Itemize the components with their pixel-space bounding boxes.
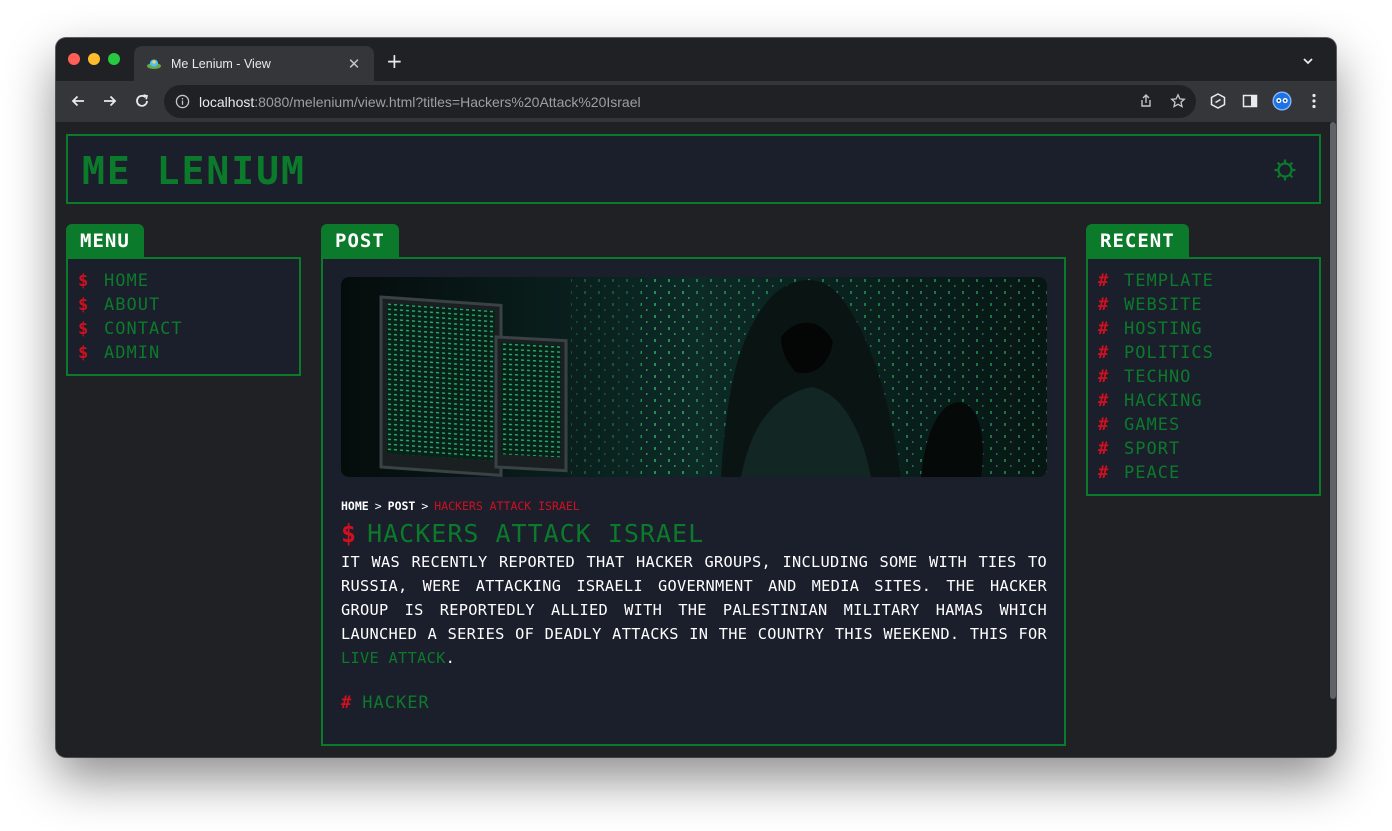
url-text: localhost:8080/melenium/view.html?titles…: [199, 94, 641, 110]
hash-icon: #: [1098, 343, 1110, 363]
site-logo[interactable]: Me Lenium: [82, 149, 306, 193]
hash-icon: #: [1098, 271, 1110, 291]
new-tab-icon[interactable]: +: [386, 50, 403, 72]
post-title-text: Hackers Attack Israel: [367, 519, 705, 548]
recent-item-label[interactable]: Sport: [1124, 439, 1180, 459]
site-header: Me Lenium: [66, 134, 1321, 204]
recent-item-website[interactable]: # Website: [1098, 293, 1214, 317]
dollar-icon: $: [78, 319, 90, 339]
hash-icon: #: [1098, 319, 1110, 339]
close-tab-icon[interactable]: ✕: [346, 55, 362, 73]
menu-panel: $ Home $ About $ Contact $ Admin: [66, 257, 301, 376]
hash-icon: #: [341, 693, 353, 713]
hash-icon: #: [1098, 463, 1110, 483]
tab-strip: Me Lenium - View ✕ +: [56, 38, 1336, 81]
recent-item-label[interactable]: Hosting: [1124, 319, 1203, 339]
side-panel-icon[interactable]: [1240, 91, 1260, 111]
hash-icon: #: [1098, 391, 1110, 411]
live-attack-link[interactable]: live attack: [341, 649, 446, 667]
post-panel: Home > Post > Hackers Attack Israel $ Hackers…: [321, 257, 1066, 746]
recent-item-template[interactable]: # Template: [1098, 269, 1214, 293]
browser-tab[interactable]: Me Lenium - View ✕: [134, 46, 374, 81]
site-info-icon[interactable]: [174, 94, 190, 110]
dollar-icon: $: [78, 271, 90, 291]
breadcrumb: Home > Post > Hackers Attack Israel: [341, 499, 580, 513]
recent-item-label[interactable]: Template: [1124, 271, 1214, 291]
browser-window: Me Lenium - View ✕ + localhost:8080/mele…: [56, 38, 1336, 757]
dollar-icon: $: [341, 519, 358, 548]
menu-item-label[interactable]: Home: [104, 271, 149, 291]
extension-icon[interactable]: [1208, 91, 1228, 111]
post-body-text: It was recently reported that hacker gro…: [341, 553, 1047, 643]
hash-icon: #: [1098, 439, 1110, 459]
recent-item-techno[interactable]: # Techno: [1098, 365, 1214, 389]
breadcrumb-home[interactable]: Home: [341, 499, 369, 513]
recent-item-hacking[interactable]: # Hacking: [1098, 389, 1214, 413]
hash-icon: #: [1098, 415, 1110, 435]
breadcrumb-separator: >: [374, 499, 382, 513]
recent-heading: Recent: [1086, 224, 1189, 258]
post-body-end: .: [445, 649, 456, 667]
address-bar[interactable]: localhost:8080/melenium/view.html?titles…: [164, 85, 1196, 118]
reload-icon[interactable]: [132, 91, 152, 111]
dollar-icon: $: [78, 295, 90, 315]
post-title: $ Hackers Attack Israel: [341, 519, 704, 548]
recent-item-label[interactable]: Website: [1124, 295, 1203, 315]
close-window-button[interactable]: [68, 53, 80, 65]
page-viewport: Me Lenium Menu $ Home $ About $ Contact $ Ad…: [56, 122, 1336, 757]
window-controls: [68, 53, 120, 65]
breadcrumb-current: Hackers Attack Israel: [434, 499, 580, 513]
browser-menu-icon[interactable]: [1304, 91, 1324, 111]
menu-item-admin[interactable]: $ Admin: [78, 341, 183, 365]
browser-toolbar: localhost:8080/melenium/view.html?titles…: [56, 81, 1336, 122]
post-body: It was recently reported that hacker gro…: [341, 550, 1047, 670]
tab-title: Me Lenium - View: [171, 56, 271, 71]
menu-heading: Menu: [66, 224, 144, 258]
profile-avatar-icon[interactable]: [1272, 91, 1292, 111]
hash-icon: #: [1098, 295, 1110, 315]
recent-item-label[interactable]: Politics: [1124, 343, 1214, 363]
breadcrumb-separator: >: [421, 499, 429, 513]
bookmark-star-icon[interactable]: [1170, 93, 1186, 113]
post-tags: # hacker: [341, 693, 430, 713]
dollar-icon: $: [78, 343, 90, 363]
menu-item-home[interactable]: $ Home: [78, 269, 183, 293]
forward-arrow-icon[interactable]: [100, 91, 120, 111]
menu-item-label[interactable]: Contact: [104, 319, 183, 339]
menu-list: $ Home $ About $ Contact $ Admin: [78, 269, 183, 365]
tag-hacker[interactable]: hacker: [362, 693, 429, 713]
recent-item-games[interactable]: # Games: [1098, 413, 1214, 437]
breadcrumb-post[interactable]: Post: [388, 499, 416, 513]
recent-item-label[interactable]: Techno: [1124, 367, 1191, 387]
post-hero-image: [341, 277, 1047, 477]
recent-item-hosting[interactable]: # Hosting: [1098, 317, 1214, 341]
post-heading: Post: [321, 224, 399, 258]
recent-panel: # Template # Website # Hosting # Politics # T…: [1086, 257, 1321, 496]
maximize-window-button[interactable]: [108, 53, 120, 65]
recent-item-peace[interactable]: # Peace: [1098, 461, 1214, 485]
tab-search-chevron-icon[interactable]: [1302, 52, 1314, 71]
recent-item-label[interactable]: Hacking: [1124, 391, 1203, 411]
back-arrow-icon[interactable]: [68, 91, 88, 111]
recent-item-label[interactable]: Games: [1124, 415, 1180, 435]
recent-list: # Template # Website # Hosting # Politics # T…: [1098, 269, 1214, 485]
settings-gear-icon[interactable]: [1273, 158, 1297, 182]
page-scrollbar[interactable]: [1330, 122, 1336, 699]
menu-item-label[interactable]: About: [104, 295, 160, 315]
menu-item-contact[interactable]: $ Contact: [78, 317, 183, 341]
site-favicon-icon: [146, 56, 162, 72]
minimize-window-button[interactable]: [88, 53, 100, 65]
recent-item-sport[interactable]: # Sport: [1098, 437, 1214, 461]
url-host: localhost: [199, 93, 255, 110]
recent-item-politics[interactable]: # Politics: [1098, 341, 1214, 365]
url-path: :8080/melenium/view.html?titles=Hackers%…: [254, 93, 641, 110]
menu-item-about[interactable]: $ About: [78, 293, 183, 317]
share-icon[interactable]: [1138, 93, 1154, 113]
hash-icon: #: [1098, 367, 1110, 387]
recent-item-label[interactable]: Peace: [1124, 463, 1180, 483]
menu-item-label[interactable]: Admin: [104, 343, 160, 363]
